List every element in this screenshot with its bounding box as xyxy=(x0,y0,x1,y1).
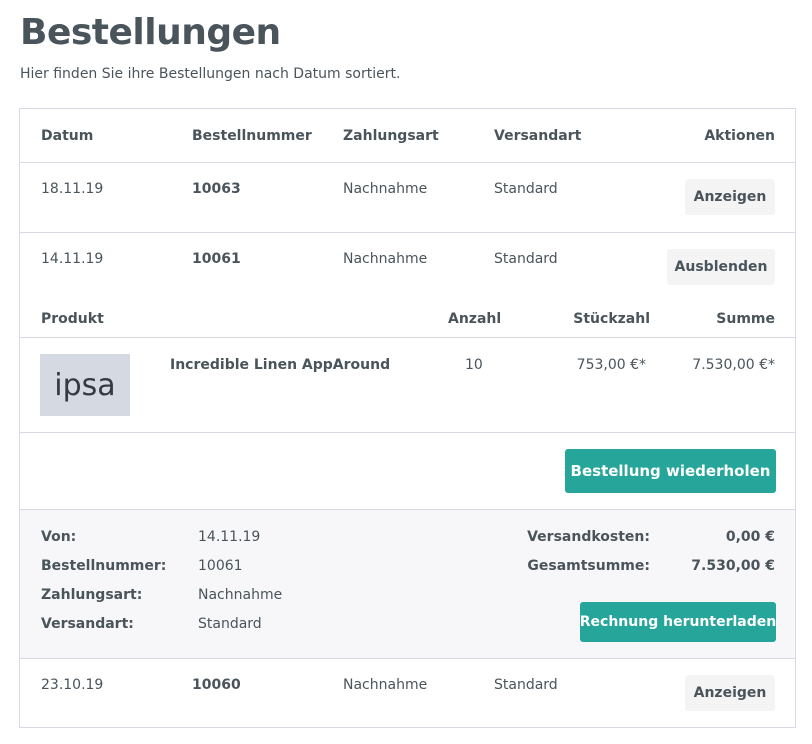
show-order-button[interactable]: Anzeigen xyxy=(685,179,775,215)
summary-number-value: 10061 xyxy=(198,558,243,574)
order-payment: Nachnahme xyxy=(343,677,428,693)
order-date: 14.11.19 xyxy=(41,251,104,267)
show-order-button[interactable]: Anzeigen xyxy=(685,675,775,711)
orders-table: Datum Bestellnummer Zahlungsart Versanda… xyxy=(19,108,796,728)
summary-total-value: 7.530,00 € xyxy=(691,558,775,574)
reorder-button[interactable]: Bestellung wiederholen xyxy=(565,449,776,493)
summary-shipping-cost-label: Versandkosten: xyxy=(527,529,650,545)
header-date: Datum xyxy=(41,128,94,144)
order-date: 18.11.19 xyxy=(41,181,104,197)
order-date: 23.10.19 xyxy=(41,677,104,693)
order-payment: Nachnahme xyxy=(343,181,428,197)
summary-payment-value: Nachnahme xyxy=(198,587,283,603)
order-shipping: Standard xyxy=(494,181,558,197)
table-row: 23.10.19 10060 Nachnahme Standard Anzeig… xyxy=(20,659,795,727)
header-shipping: Versandart xyxy=(494,128,582,144)
divider xyxy=(20,337,795,338)
order-payment: Nachnahme xyxy=(343,251,428,267)
header-payment: Zahlungsart xyxy=(343,128,439,144)
summary-shipping-value: Standard xyxy=(198,616,262,632)
table-row: 14.11.19 10061 Nachnahme Standard Ausble… xyxy=(20,233,795,293)
header-actions: Aktionen xyxy=(704,128,775,144)
order-shipping: Standard xyxy=(494,677,558,693)
detail-header-sum: Summe xyxy=(716,311,775,327)
product-sum: 7.530,00 €* xyxy=(692,357,775,373)
product-quantity: 10 xyxy=(465,357,483,373)
detail-header-quantity: Anzahl xyxy=(448,311,502,327)
detail-header-product: Produkt xyxy=(41,311,104,327)
summary-shipping-label: Versandart: xyxy=(41,616,134,632)
order-shipping: Standard xyxy=(494,251,558,267)
hide-order-button[interactable]: Ausblenden xyxy=(667,249,775,285)
table-row: 18.11.19 10063 Nachnahme Standard Anzeig… xyxy=(20,163,795,233)
download-invoice-button[interactable]: Rechnung herunterladen xyxy=(580,602,776,642)
product-unit-price: 753,00 €* xyxy=(576,357,646,373)
header-order-number: Bestellnummer xyxy=(192,128,312,144)
summary-total-label: Gesamtsumme: xyxy=(527,558,650,574)
page-subtitle: Hier finden Sie ihre Bestellungen nach D… xyxy=(20,66,401,82)
summary-shipping-cost-value: 0,00 € xyxy=(725,529,775,545)
order-number: 10063 xyxy=(192,181,241,197)
summary-from-label: Von: xyxy=(41,529,77,545)
product-name[interactable]: Incredible Linen AppAround xyxy=(170,357,390,373)
summary-payment-label: Zahlungsart: xyxy=(41,587,143,603)
detail-header-unit-price: Stückzahl xyxy=(573,311,650,327)
product-thumbnail[interactable]: ipsa xyxy=(40,354,130,416)
page-title: Bestellungen xyxy=(20,12,281,53)
order-number: 10060 xyxy=(192,677,241,693)
summary-number-label: Bestellnummer: xyxy=(41,558,167,574)
order-summary: Von: 14.11.19 Bestellnummer: 10061 Zahlu… xyxy=(20,510,795,658)
order-number: 10061 xyxy=(192,251,241,267)
divider xyxy=(20,432,795,433)
summary-from-value: 14.11.19 xyxy=(198,529,261,545)
